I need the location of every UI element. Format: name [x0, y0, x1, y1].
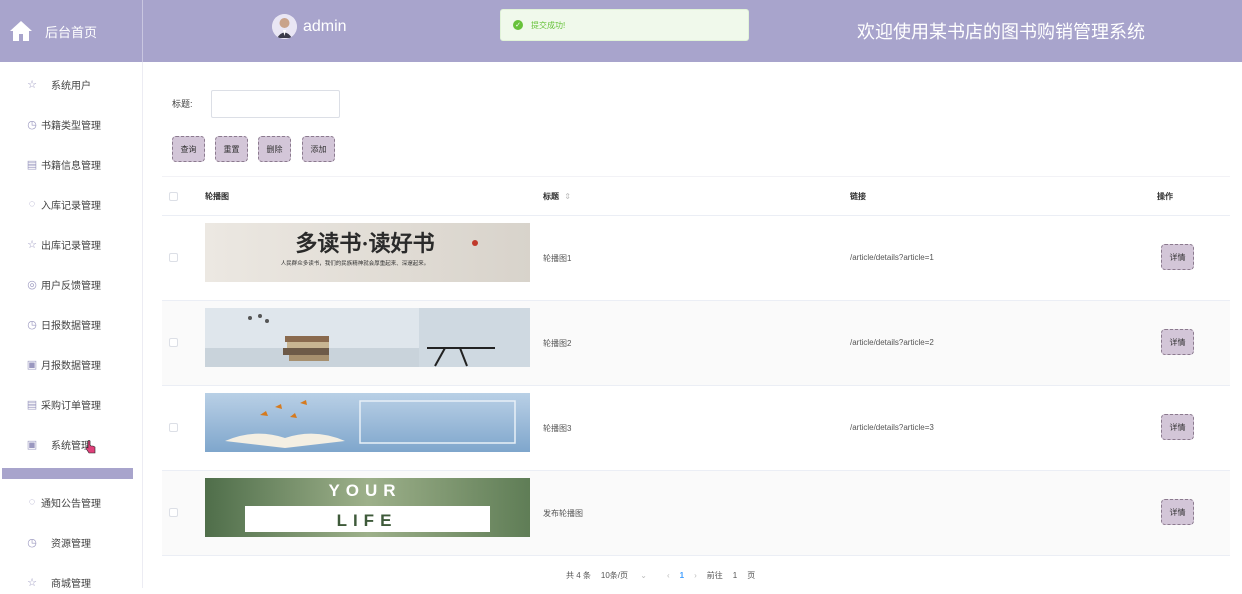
page-unit: 页 [747, 571, 756, 580]
box-icon: ▤ [26, 158, 38, 171]
page-number[interactable]: 1 [680, 571, 684, 580]
system-title: 欢迎使用某书店的图书购销管理系统 [857, 22, 1145, 42]
row-checkbox[interactable] [169, 338, 178, 347]
row-link: /article/details?article=2 [850, 338, 934, 347]
success-toast: ✓ 提交成功! [500, 9, 749, 41]
row-title: 轮播图3 [543, 424, 572, 433]
column-header-link: 链接 [850, 192, 866, 201]
carousel-image: YOUR LIFE [205, 478, 530, 537]
row-checkbox[interactable] [169, 253, 178, 262]
star-icon: ☆ [27, 576, 37, 589]
goto-label: 前往 [706, 571, 723, 580]
detail-button[interactable]: 详情 [1161, 499, 1194, 525]
sidebar-item-book-info[interactable]: ▤ 书籍信息管理 [0, 152, 143, 176]
table-header: 轮播图 标题 ⇕ 链接 操作 [162, 176, 1230, 216]
box-icon: ▤ [26, 398, 38, 411]
add-button[interactable]: 添加 [302, 136, 335, 162]
title-search-input[interactable] [211, 90, 340, 118]
toast-message: 提交成功! [531, 20, 566, 30]
column-header-image: 轮播图 [205, 192, 229, 201]
query-button[interactable]: 查询 [172, 136, 205, 162]
sidebar-item-feedback[interactable]: ◎ 用户反馈管理 [0, 272, 143, 296]
check-icon: ✓ [513, 20, 523, 30]
delete-button[interactable]: 删除 [258, 136, 291, 162]
image-headline: 多读书·读好书 [295, 231, 434, 256]
pagination: 共 4 条 10条/页 ⌄ ‹ 1 › 前往 1 页 [566, 570, 765, 581]
calendar-icon: ▣ [26, 438, 38, 451]
table-row: 轮播图3 /article/details?article=3 详情 [162, 386, 1230, 471]
sidebar-item-stock-in[interactable]: ◌ 入库记录管理 [0, 192, 143, 216]
carousel-table: 轮播图 标题 ⇕ 链接 操作 多读书·读好书 人民群众多读书，我们的民族精神就会… [162, 176, 1230, 556]
sidebar-item-notices[interactable]: ◌ 通知公告管理 [0, 490, 143, 514]
sidebar-item-resources[interactable]: ◷ 资源管理 [0, 530, 143, 554]
page-size-select[interactable]: 10条/页 ⌄ [601, 570, 657, 581]
select-all-checkbox[interactable] [169, 192, 178, 201]
row-link: /article/details?article=3 [850, 423, 934, 432]
arc-icon: ◌ [28, 496, 36, 508]
calendar-icon: ▣ [26, 358, 38, 371]
detail-button[interactable]: 详情 [1161, 244, 1194, 270]
clock-icon: ◷ [27, 536, 37, 549]
carousel-image: 多读书·读好书 人民群众多读书，我们的民族精神就会厚重起来、深邃起来。 [205, 223, 530, 282]
carousel-image [205, 308, 530, 367]
arc-icon: ◌ [28, 198, 36, 210]
top-header: 后台首页 admin ✓ 提交成功! 欢迎使用某书店的图书购销管理系统 [0, 0, 1242, 62]
row-title: 轮播图2 [543, 339, 572, 348]
total-count: 共 4 条 [566, 571, 591, 580]
row-link: /article/details?article=1 [850, 253, 934, 262]
home-icon [10, 21, 32, 41]
detail-button[interactable]: 详情 [1161, 414, 1194, 440]
sidebar-item-system-management[interactable]: ▣ 系统管理 [0, 432, 143, 456]
home-label: 后台首页 [45, 24, 98, 40]
table-row: YOUR LIFE 发布轮播图 详情 [162, 471, 1230, 556]
sidebar-item-purchase-orders[interactable]: ▤ 采购订单管理 [0, 392, 143, 416]
sort-icon[interactable]: ⇕ [564, 192, 571, 201]
next-page-icon[interactable]: › [694, 571, 697, 580]
sidebar-item-book-types[interactable]: ◷ 书籍类型管理 [0, 112, 143, 136]
row-title: 发布轮播图 [543, 509, 583, 518]
sidebar-item-monthly-report[interactable]: ▣ 月报数据管理 [0, 352, 143, 376]
home-link[interactable]: 后台首页 [0, 0, 143, 62]
user-name: admin [303, 17, 347, 35]
row-checkbox[interactable] [169, 508, 178, 517]
column-header-action: 操作 [1157, 192, 1173, 201]
goto-input[interactable]: 1 [733, 571, 737, 580]
avatar [272, 14, 297, 39]
sidebar-item-system-users[interactable]: ☆ 系统用户 [0, 72, 143, 96]
detail-button[interactable]: 详情 [1161, 329, 1194, 355]
row-title: 轮播图1 [543, 254, 572, 263]
table-row: 多读书·读好书 人民群众多读书，我们的民族精神就会厚重起来、深邃起来。 轮播图1… [162, 216, 1230, 301]
user-info[interactable]: admin [272, 14, 347, 39]
sidebar-item-stock-out[interactable]: ☆ 出库记录管理 [0, 232, 143, 256]
column-header-title[interactable]: 标题 ⇕ [543, 191, 571, 202]
search-label: 标题: [172, 99, 193, 109]
image-word-top: YOUR [328, 481, 401, 500]
hand-cursor-icon [85, 440, 96, 454]
star-icon: ☆ [27, 238, 37, 251]
table-row: 轮播图2 /article/details?article=2 详情 [162, 301, 1230, 386]
reset-button[interactable]: 重置 [215, 136, 248, 162]
prev-page-icon[interactable]: ‹ [667, 571, 670, 580]
image-word-bottom: LIFE [337, 511, 398, 530]
clock-icon: ◷ [27, 118, 37, 131]
star-icon: ☆ [27, 78, 37, 91]
compass-icon: ◎ [27, 278, 37, 291]
row-checkbox[interactable] [169, 423, 178, 432]
sidebar-item-mall[interactable]: ☆ 商城管理 [0, 570, 143, 594]
carousel-image [205, 393, 530, 452]
sidebar-item-daily-report[interactable]: ◷ 日报数据管理 [0, 312, 143, 336]
clock-icon: ◷ [27, 318, 37, 331]
submenu-highlight[interactable] [2, 468, 133, 479]
chevron-down-icon: ⌄ [640, 571, 647, 580]
image-caption: 人民群众多读书，我们的民族精神就会厚重起来、深邃起来。 [281, 259, 430, 267]
